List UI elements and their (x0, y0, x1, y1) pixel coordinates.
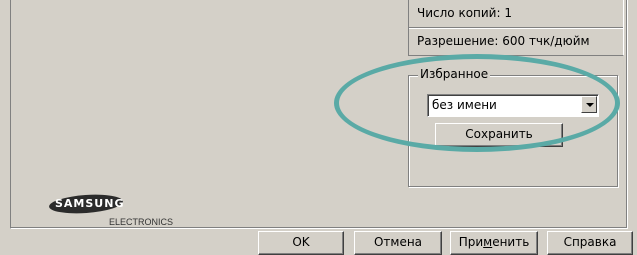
favorites-selected-value: без имени (432, 98, 497, 112)
print-info-box: Число копий: 1 Разрешение: 600 тчк/дюйм (408, 0, 624, 56)
resolution-info: Разрешение: 600 тчк/дюйм (417, 34, 590, 48)
apply-label-post: енить (492, 235, 530, 249)
ok-button[interactable]: OK (258, 231, 344, 255)
favorites-group: Избранное без имени Сохранить (408, 67, 618, 187)
chevron-down-icon[interactable] (581, 96, 597, 113)
cancel-button[interactable]: Отмена (354, 231, 442, 255)
resolution-clip: Разрешение: 600 тчк/дюйм (409, 30, 623, 54)
info-divider (409, 27, 623, 29)
favorites-dropdown[interactable]: без имени (427, 94, 599, 117)
help-button[interactable]: Справка (547, 231, 633, 255)
copies-info: Число копий: 1 (417, 6, 512, 20)
apply-label-pre: При (458, 235, 484, 249)
logo-subtitle: ELECTRONICS (109, 217, 174, 227)
samsung-logo: SAMSUNG ELECTRONICS (48, 192, 179, 229)
logo-brand: SAMSUNG (55, 197, 125, 210)
settings-panel: Число копий: 1 Разрешение: 600 тчк/дюйм … (10, 0, 628, 229)
apply-label-mnemonic: м (483, 235, 493, 249)
save-button[interactable]: Сохранить (435, 123, 563, 147)
favorites-legend: Избранное (418, 67, 491, 81)
apply-button[interactable]: Применить (450, 231, 538, 255)
